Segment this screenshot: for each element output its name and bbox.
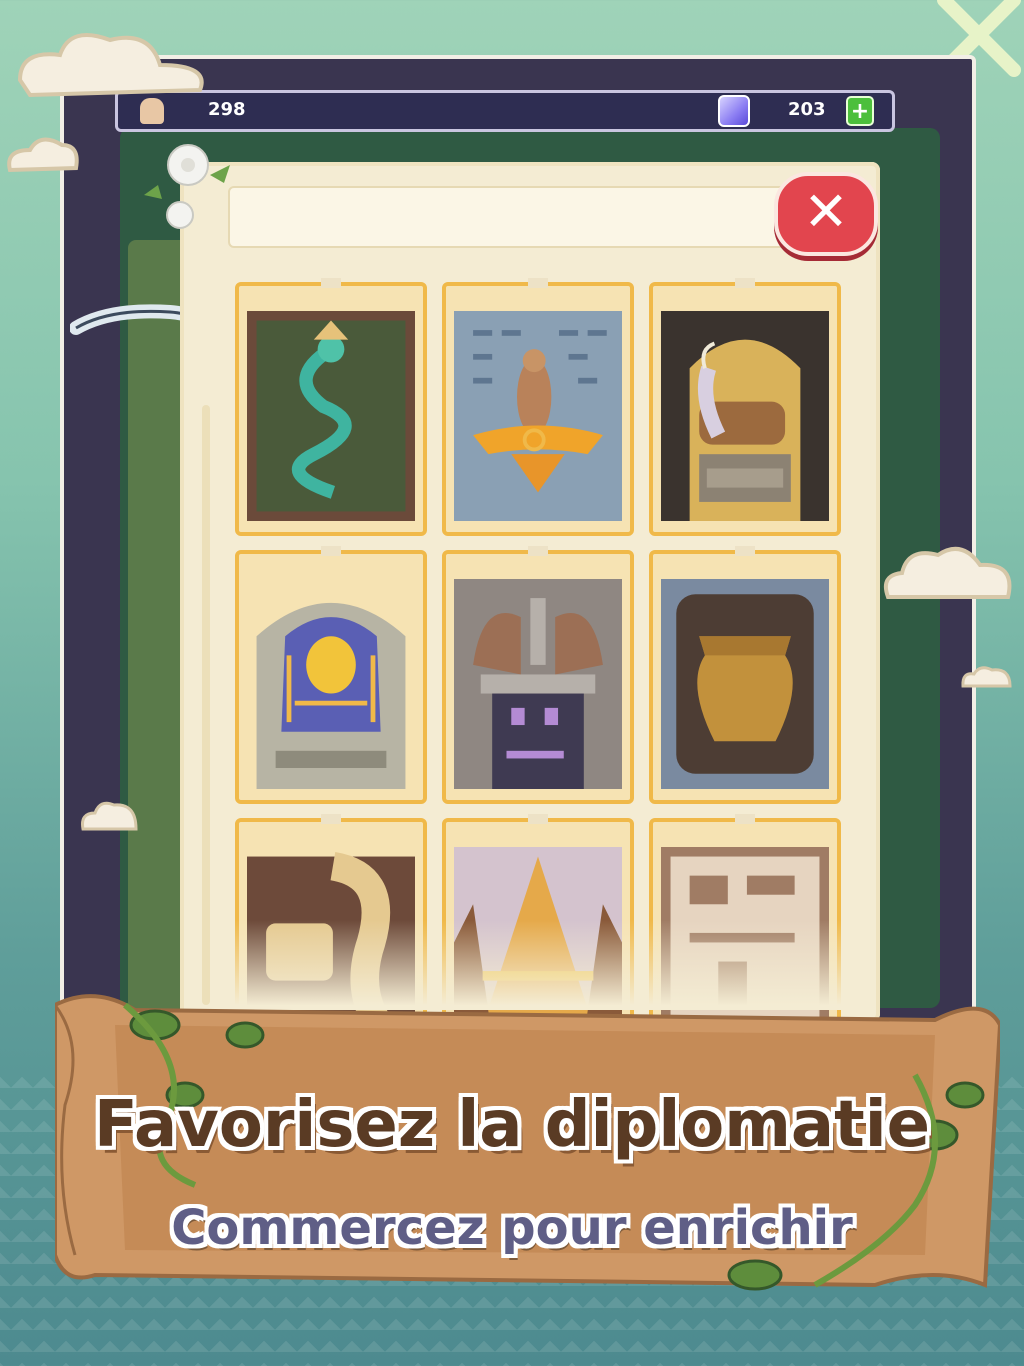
book-spine [128,240,188,1020]
pharaoh-icon [247,576,415,792]
dragon-icon [247,308,415,524]
lion-gate-card[interactable] [442,546,634,804]
cloud-icon [883,546,1012,599]
banner-title: Favorisez la diplomatie [93,1088,931,1162]
panel-header [228,186,864,248]
banner-subtitle: Commercez pour enrichir [171,1200,853,1256]
close-button[interactable]: ✕ [774,172,878,256]
winged-bull-card[interactable] [649,278,841,536]
persian-relief-card[interactable] [442,278,634,536]
add-gems-button[interactable]: + [846,96,874,126]
dragon-relic-card[interactable] [235,278,427,536]
gem-icon [718,95,750,127]
pharaoh-mask-card[interactable] [235,546,427,804]
gate-icon [454,576,622,792]
cloud-icon [7,33,204,173]
pot-icon [661,576,829,792]
relief-icon [454,308,622,524]
cloud-icon [81,801,138,831]
scrollbar[interactable] [202,405,210,1005]
resource-bar: 298 203 + [115,90,895,132]
gems-value: 203 [788,99,826,120]
cloud-icon [961,666,1012,688]
bronze-pot-card[interactable] [649,546,841,804]
bull-icon [661,308,829,524]
